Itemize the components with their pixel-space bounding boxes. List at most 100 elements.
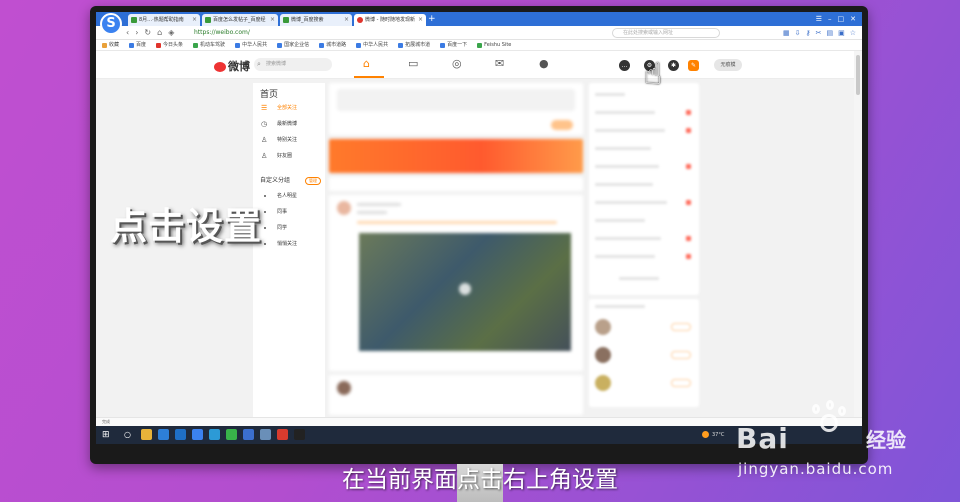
cut-icon[interactable]: ✂ xyxy=(816,27,822,39)
url-field[interactable]: https://weibo.com/ xyxy=(194,28,250,38)
bookmark-item[interactable]: 中华人民共 xyxy=(235,40,267,50)
right-sidebar xyxy=(589,83,699,417)
follow-button[interactable] xyxy=(671,351,691,359)
avatar[interactable] xyxy=(337,381,351,395)
star-icon[interactable]: ☆ xyxy=(850,27,856,39)
browser-tab[interactable]: 8月…·热题帮助指南 × xyxy=(128,14,200,26)
back-icon[interactable]: ‹ xyxy=(126,27,129,39)
forward-icon[interactable]: › xyxy=(135,27,138,39)
left-nav-item-all-follow[interactable]: ☰ 全部关注 xyxy=(253,100,325,116)
minimize-icon[interactable]: – xyxy=(828,13,832,25)
sogou-browser-icon[interactable] xyxy=(192,429,203,440)
weibo-logo[interactable]: 微博 xyxy=(214,58,250,74)
browser-icon[interactable] xyxy=(158,429,169,440)
scrollbar-thumb[interactable] xyxy=(856,55,860,95)
bookmark-item[interactable]: 中华人民共 xyxy=(356,40,388,50)
follow-button[interactable] xyxy=(671,379,691,387)
left-nav-item-latest[interactable]: ◷ 最新微博 xyxy=(253,116,325,132)
list-item[interactable] xyxy=(595,129,665,132)
qq-icon[interactable] xyxy=(294,429,305,440)
list-item[interactable] xyxy=(595,237,661,240)
menu-icon[interactable]: ☰ xyxy=(816,13,822,25)
browser-tab-active[interactable]: 微博 - 随时随地发现新 × xyxy=(354,14,426,26)
browser-search-input[interactable]: 在此处搜索或输入网址 xyxy=(612,28,720,38)
weibo-search-input[interactable]: ⌕ 搜索微博 xyxy=(254,58,332,71)
reload-icon[interactable]: ↻ xyxy=(144,27,151,39)
taskbar-weather[interactable]: 37°C xyxy=(702,430,724,440)
feed-post[interactable] xyxy=(329,375,583,415)
play-icon[interactable] xyxy=(459,283,471,295)
bookmark-item[interactable]: 拓展城市道 xyxy=(398,40,430,50)
list-item[interactable] xyxy=(595,183,653,186)
list-item[interactable] xyxy=(595,111,655,114)
list-item[interactable] xyxy=(595,165,659,168)
incognito-button[interactable]: 无痕模 xyxy=(714,59,742,71)
post-button[interactable] xyxy=(551,120,573,130)
edge-icon[interactable] xyxy=(175,429,186,440)
avatar[interactable] xyxy=(595,319,611,335)
bookmark-item[interactable]: Feishu Site xyxy=(477,40,511,50)
left-nav-item-friends[interactable]: ♙ 好友圈 xyxy=(253,148,325,164)
bookmark-item[interactable]: 机动车驾驶 xyxy=(193,40,225,50)
close-tab-icon[interactable]: × xyxy=(192,14,197,26)
group-item[interactable]: 同学 xyxy=(253,220,325,236)
avatar-nav-icon[interactable]: ● xyxy=(539,57,549,70)
feed-post[interactable] xyxy=(329,195,583,371)
browser-logo-icon[interactable]: S xyxy=(100,13,122,35)
home-nav-icon[interactable]: ⌂ xyxy=(363,57,370,70)
compose-icon[interactable]: ✎ xyxy=(688,60,699,71)
maximize-icon[interactable]: □ xyxy=(838,13,845,25)
list-item[interactable] xyxy=(595,147,651,150)
chat-icon[interactable]: … xyxy=(619,60,630,71)
grid-icon[interactable]: ▤ xyxy=(826,27,833,39)
post-composer[interactable] xyxy=(329,83,583,135)
video-nav-icon[interactable]: ▭ xyxy=(408,57,418,70)
group-item[interactable]: 悄悄关注 xyxy=(253,236,325,252)
left-nav-title: 首页 xyxy=(260,90,279,100)
wechat-icon[interactable] xyxy=(226,429,237,440)
bookmark-item[interactable]: 百度一下 xyxy=(440,40,467,50)
avatar[interactable] xyxy=(595,347,611,363)
new-tab-button[interactable]: + xyxy=(428,14,436,25)
windows-start-icon[interactable]: ⊞ xyxy=(102,430,110,440)
app-icon[interactable] xyxy=(277,429,288,440)
key-icon[interactable]: ⚷ xyxy=(805,27,810,39)
avatar[interactable] xyxy=(595,375,611,391)
close-window-icon[interactable]: ✕ xyxy=(850,13,856,25)
manage-groups-button[interactable]: 管理 xyxy=(305,177,321,185)
close-tab-icon[interactable]: × xyxy=(270,14,275,26)
group-item[interactable]: 名人明星 xyxy=(253,188,325,204)
list-item[interactable] xyxy=(595,255,655,258)
file-explorer-icon[interactable] xyxy=(141,429,152,440)
bookmark-item[interactable]: 今日头条 xyxy=(156,40,183,50)
bookmark-item[interactable]: 城市道路 xyxy=(319,40,346,50)
browser-tab[interactable]: 百度怎么发帖子_百度经 × xyxy=(202,14,278,26)
close-tab-icon[interactable]: × xyxy=(344,14,349,26)
left-nav-item-special[interactable]: ♙ 特别关注 xyxy=(253,132,325,148)
bookmark-item[interactable]: 收藏 xyxy=(102,40,119,50)
extension-icon[interactable]: ▦ xyxy=(783,27,790,39)
feed-filter-bar[interactable] xyxy=(329,177,583,191)
download-icon[interactable]: ⇩ xyxy=(795,27,801,39)
bookmark-item[interactable]: 国家企业信 xyxy=(277,40,309,50)
translate-icon[interactable]: ▣ xyxy=(838,27,845,39)
bookmark-item[interactable]: 百度 xyxy=(129,40,146,50)
close-tab-icon[interactable]: × xyxy=(418,14,423,26)
app-icon[interactable] xyxy=(209,429,220,440)
avatar[interactable] xyxy=(337,201,351,215)
follow-button[interactable] xyxy=(671,323,691,331)
composer-textarea[interactable] xyxy=(337,89,575,111)
list-item[interactable] xyxy=(595,201,667,204)
promo-banner[interactable] xyxy=(329,139,583,173)
browser-tab[interactable]: 微博_百度搜索 × xyxy=(280,14,352,26)
search-icon[interactable]: ○ xyxy=(124,429,135,440)
app-icon[interactable] xyxy=(243,429,254,440)
message-nav-icon[interactable]: ✉ xyxy=(495,57,504,70)
list-item[interactable] xyxy=(595,219,645,222)
discover-nav-icon[interactable]: ◎ xyxy=(452,57,462,70)
app-icon[interactable] xyxy=(260,429,271,440)
theme-icon[interactable]: ✱ xyxy=(668,60,679,71)
home-icon[interactable]: ⌂ xyxy=(157,27,162,39)
page-scrollbar[interactable] xyxy=(854,51,862,417)
group-item[interactable]: 同事 xyxy=(253,204,325,220)
